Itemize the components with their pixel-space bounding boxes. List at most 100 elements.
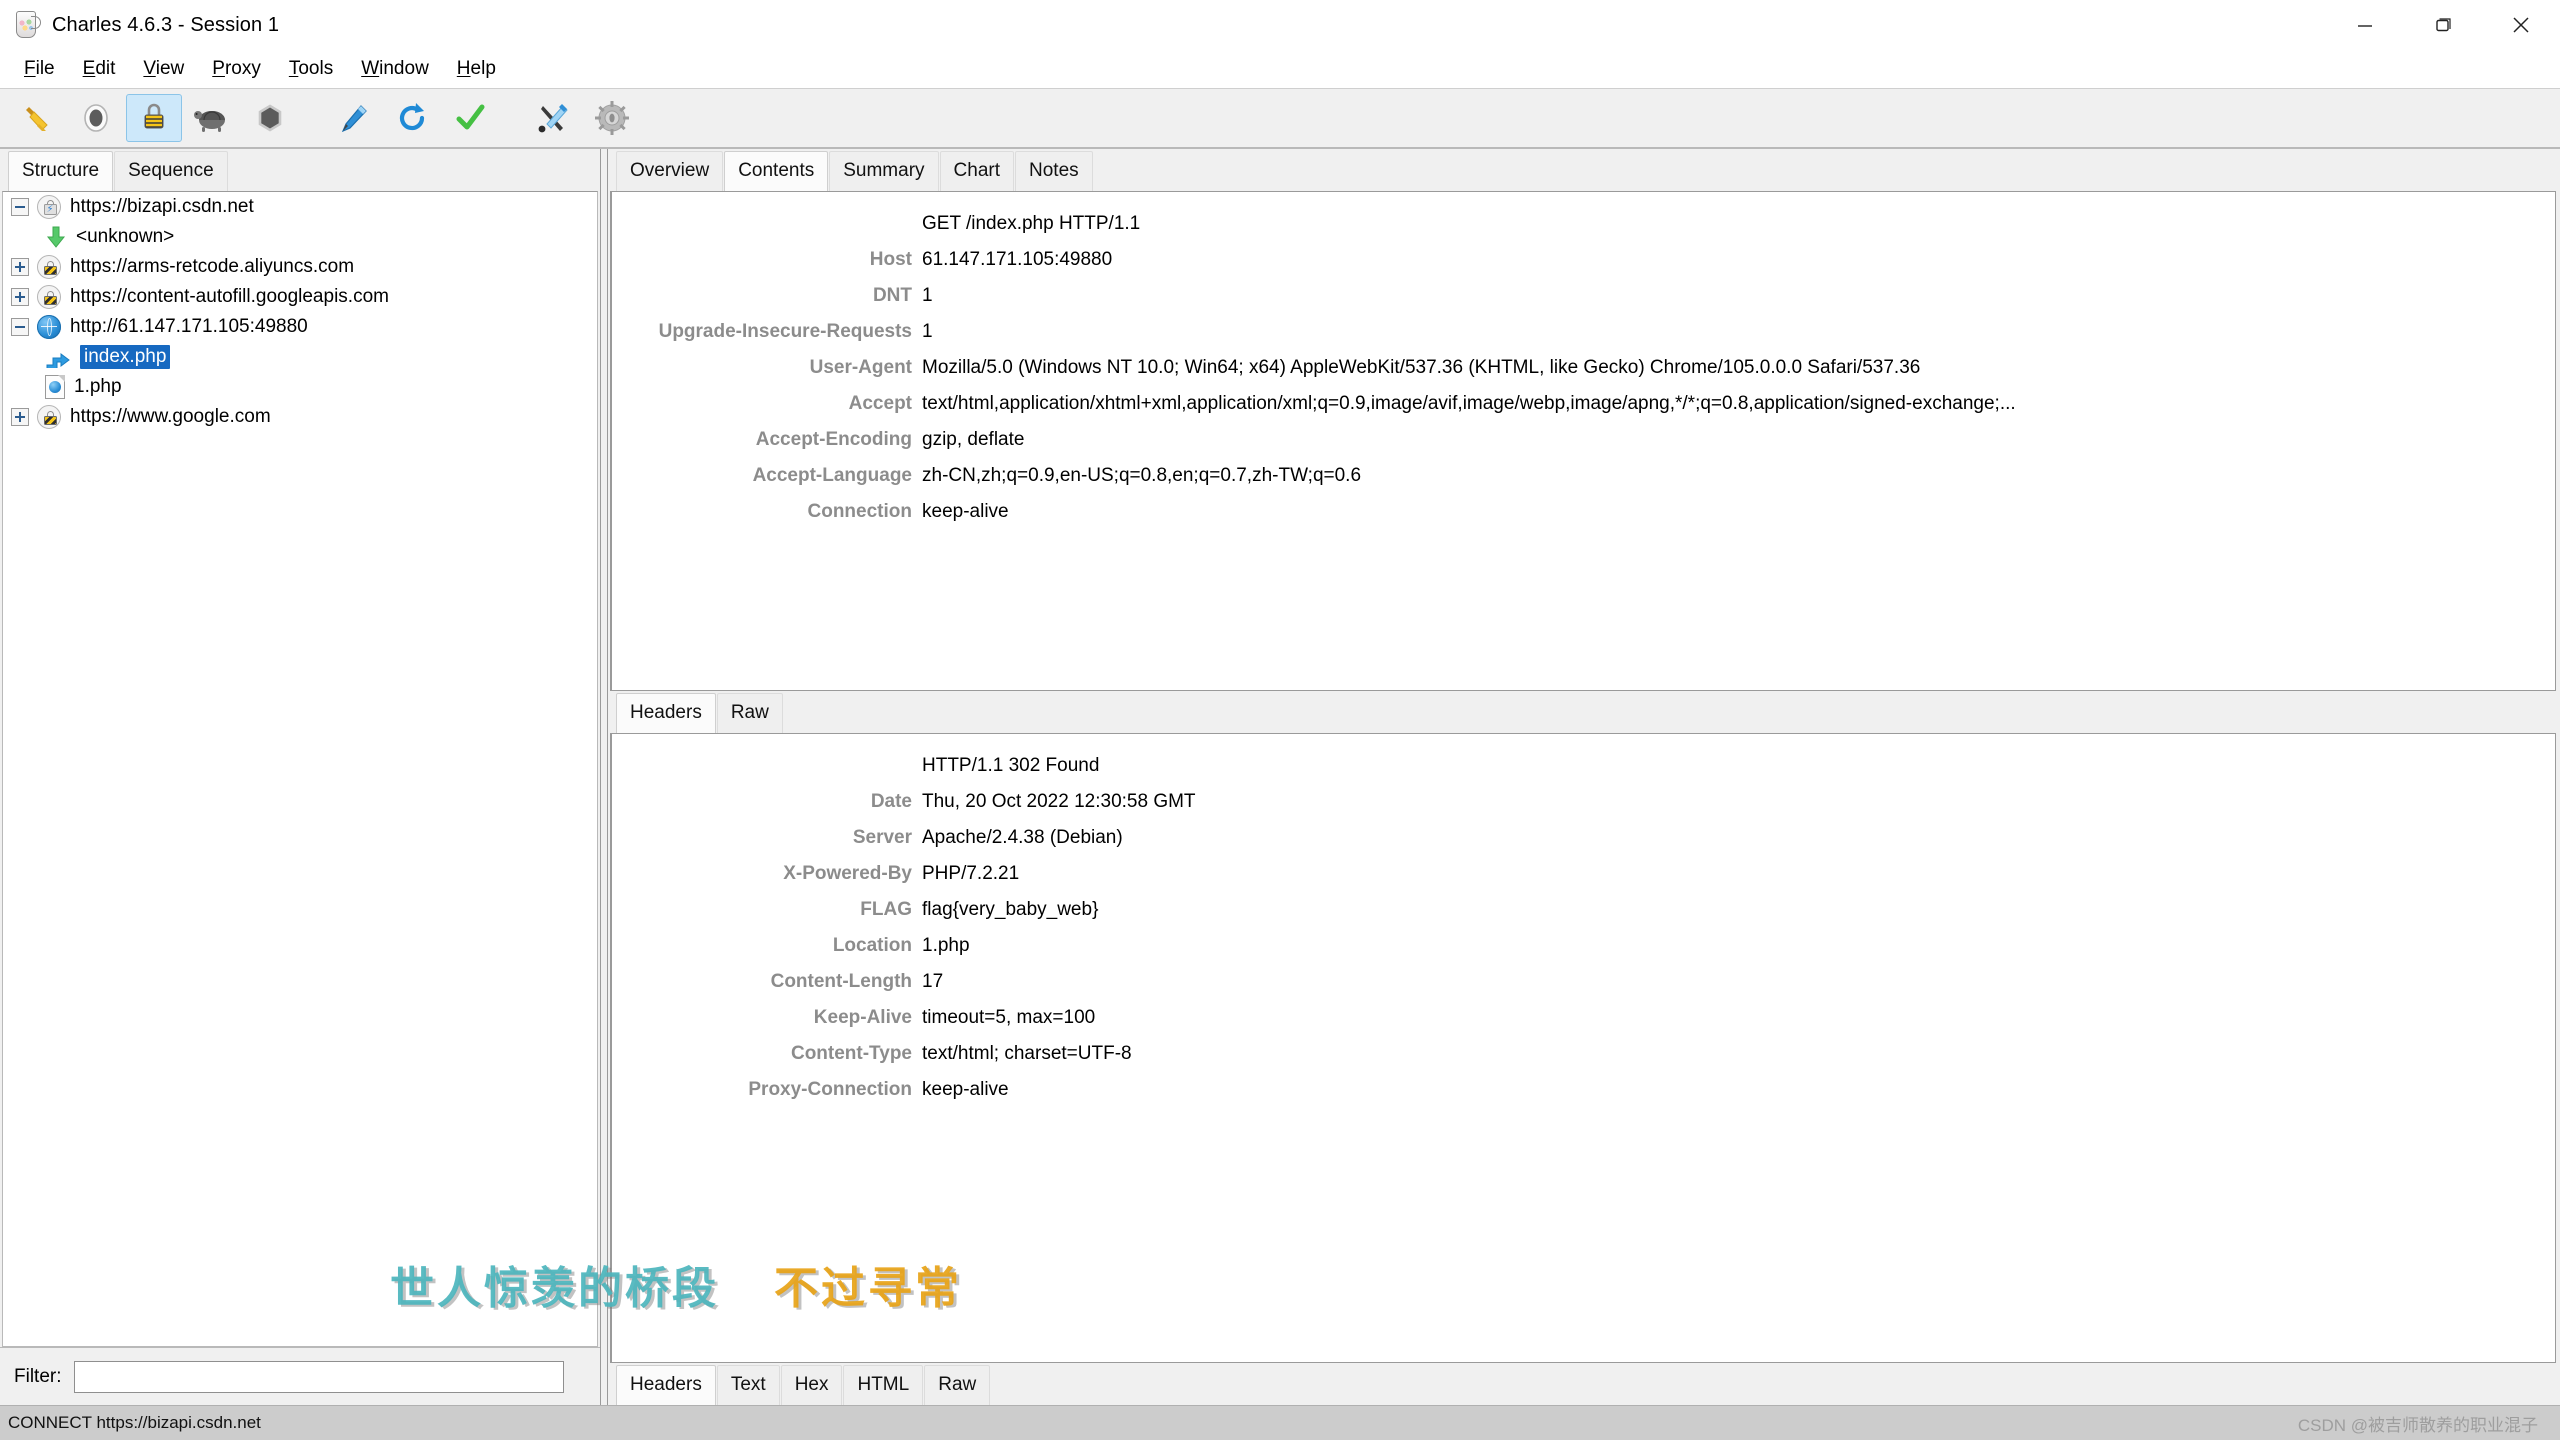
menu-window[interactable]: Window [347,56,443,82]
record-icon[interactable] [68,94,124,142]
settings-gear-icon[interactable] [584,94,640,142]
tree-item-content-autofill[interactable]: https://content-autofill.googleapis.com [3,282,597,312]
header-row: FLAG flag{very_baby_web} [612,892,2555,928]
tab-response-hex[interactable]: Hex [780,1365,843,1405]
tab-response-text[interactable]: Text [716,1365,780,1405]
ssl-proxying-icon[interactable] [126,94,182,142]
response-view-tab-strip: Headers Text Hex HTML Raw [608,1363,2560,1405]
header-row: Proxy-Connection keep-alive [612,1072,2555,1108]
menu-bar: File Edit View Proxy Tools Window Help [0,50,2560,89]
header-value: timeout=5, max=100 [922,1007,1096,1028]
header-value: PHP/7.2.21 [922,863,1020,884]
header-name: Content-Type [790,1043,912,1064]
header-name: DNT [872,285,912,306]
header-name: Accept [848,393,912,414]
header-name: Keep-Alive [813,1007,912,1028]
header-row: Content-Length 17 [612,964,2555,1000]
filter-input[interactable] [73,1360,564,1393]
lock-icon [37,405,61,429]
header-row: Upgrade-Insecure-Requests 1 [612,314,2555,350]
menu-view[interactable]: View [129,56,198,82]
header-value: 61.147.171.105:49880 [922,249,1113,270]
tree-item-index-php[interactable]: index.php [3,342,597,372]
breakpoints-icon[interactable] [242,94,298,142]
tab-notes[interactable]: Notes [1015,151,1093,191]
session-tree[interactable]: https://bizapi.csdn.net <unknown> https:… [2,191,598,1347]
tab-summary[interactable]: Summary [829,151,939,191]
tree-item-label: http://61.147.171.105:49880 [70,316,308,337]
filter-label: Filter: [14,1365,62,1387]
menu-help[interactable]: Help [443,56,510,82]
status-bar: CONNECT https://bizapi.csdn.net CSDN @被吉… [0,1405,2560,1440]
header-name [612,206,922,242]
header-name: Content-Length [770,971,912,992]
tools-icon[interactable] [526,94,582,142]
tree-item-label: 1.php [74,376,122,397]
tree-item-label: https://bizapi.csdn.net [70,196,254,217]
right-panel: Overview Contents Summary Chart Notes GE… [608,149,2560,1405]
repeat-icon[interactable] [384,94,440,142]
tab-request-headers[interactable]: Headers [616,693,716,733]
left-panel: Structure Sequence https://bizapi.csdn.n… [0,149,600,1405]
tree-toggle-minus-icon[interactable] [11,318,29,336]
header-value: 1.php [922,935,970,956]
toolbar [0,89,2560,149]
globe-icon [37,315,61,339]
throttle-turtle-icon[interactable] [184,94,240,142]
request-viewer: GET /index.php HTTP/1.1 Host 61.147.171.… [608,191,2560,733]
header-value: HTTP/1.1 302 Found [922,755,1100,776]
tree-item-1-php[interactable]: 1.php [3,372,597,402]
tab-response-raw[interactable]: Raw [924,1365,991,1405]
status-text: CONNECT https://bizapi.csdn.net [8,1413,261,1432]
compose-pen-icon[interactable] [326,94,382,142]
close-button[interactable] [2482,0,2560,50]
tab-overview[interactable]: Overview [616,151,724,191]
tab-request-raw[interactable]: Raw [716,693,783,733]
header-value: text/html; charset=UTF-8 [922,1043,1132,1064]
vertical-splitter[interactable] [600,149,608,1405]
response-viewer: HTTP/1.1 302 Found Date Thu, 20 Oct 2022… [608,733,2560,1405]
tab-sequence[interactable]: Sequence [114,151,228,191]
maximize-button[interactable] [2404,0,2482,50]
header-name [612,748,922,784]
tree-item-host-61-147-171-105[interactable]: http://61.147.171.105:49880 [3,312,597,342]
clear-session-icon[interactable] [10,94,66,142]
menu-edit[interactable]: Edit [69,56,130,82]
tab-structure[interactable]: Structure [8,151,114,191]
tab-contents[interactable]: Contents [724,151,829,191]
tree-item-unknown[interactable]: <unknown> [3,222,597,252]
validate-check-icon[interactable] [442,94,498,142]
header-row: Accept-Encoding gzip, deflate [612,422,2555,458]
tab-chart[interactable]: Chart [939,151,1014,191]
request-view-tab-strip: Headers Raw [608,691,2560,733]
window-title: Charles 4.6.3 - Session 1 [52,13,280,36]
response-headers-list[interactable]: HTTP/1.1 302 Found Date Thu, 20 Oct 2022… [610,733,2556,1363]
menu-tools[interactable]: Tools [275,56,347,82]
tree-toggle-plus-icon[interactable] [11,258,29,276]
header-name: Host [869,249,912,270]
lock-icon [37,285,61,309]
header-value: 1 [922,285,933,306]
header-name: Accept-Language [752,465,912,486]
header-row: Host 61.147.171.105:49880 [612,242,2555,278]
tree-item-bizapi[interactable]: https://bizapi.csdn.net [3,192,597,222]
menu-proxy[interactable]: Proxy [198,56,275,82]
tree-item-google[interactable]: https://www.google.com [3,402,597,432]
header-value: gzip, deflate [922,429,1025,450]
header-value: keep-alive [922,1079,1009,1100]
tree-item-label: https://www.google.com [70,406,271,427]
request-headers-list[interactable]: GET /index.php HTTP/1.1 Host 61.147.171.… [610,191,2556,691]
tree-toggle-plus-icon[interactable] [11,288,29,306]
minimize-button[interactable] [2326,0,2404,50]
header-row: Server Apache/2.4.38 (Debian) [612,820,2555,856]
menu-file[interactable]: File [10,56,69,82]
tree-item-arms-retcode[interactable]: https://arms-retcode.aliyuncs.com [3,252,597,282]
tree-toggle-plus-icon[interactable] [11,408,29,426]
tab-response-headers[interactable]: Headers [616,1365,716,1405]
lock-bolt-icon [37,195,61,219]
header-value: Mozilla/5.0 (Windows NT 10.0; Win64; x64… [922,357,1921,378]
header-row: Connection keep-alive [612,494,2555,530]
header-value: zh-CN,zh;q=0.9,en-US;q=0.8,en;q=0.7,zh-T… [922,465,1362,486]
tab-response-html[interactable]: HTML [843,1365,924,1405]
tree-toggle-minus-icon[interactable] [11,198,29,216]
